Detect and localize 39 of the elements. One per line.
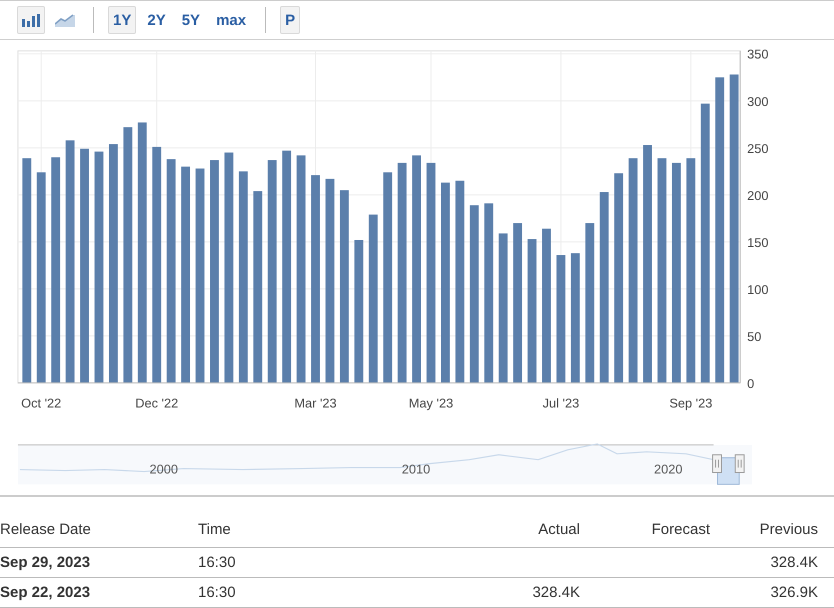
navigator-year-label: 2000: [150, 461, 178, 476]
range-handle[interactable]: [734, 454, 745, 473]
actual-cell-text: 328.4K: [531, 584, 580, 601]
navigator-year-label: 2010: [402, 461, 430, 476]
axis-tick-label: Jul '23: [542, 396, 580, 411]
axis-tick-label: Mar '23: [294, 396, 337, 411]
navigator-year-label: 2020: [654, 461, 682, 476]
date-cell-text: Sep 22, 2023: [0, 584, 92, 601]
range-button[interactable]: 5Y: [176, 6, 206, 34]
axis-tick-label: 250: [747, 141, 768, 156]
bar-chart-button[interactable]: [17, 6, 45, 34]
time-cell-text: 16:30: [198, 554, 237, 571]
column-header: Time: [198, 520, 232, 538]
axis-tick-label: 0: [747, 376, 754, 392]
time-cell-text: 16:30: [198, 584, 237, 601]
axis-tick-label: 200: [747, 188, 768, 204]
previous-cell-text: 328.4K: [769, 554, 818, 571]
range-button[interactable]: 1Y: [108, 6, 136, 34]
range-button[interactable]: max: [211, 6, 252, 34]
axis-tick-label: 300: [747, 94, 768, 110]
column-header: Actual: [537, 520, 580, 538]
range-button[interactable]: 2Y: [142, 6, 171, 34]
p-button[interactable]: P: [280, 6, 300, 34]
axis-tick-label: Oct '22: [21, 396, 62, 411]
previous-cell-text: 326.9K: [769, 584, 818, 601]
bar-chart-icon: [22, 13, 40, 28]
axis-tick-label: Sep '23: [669, 396, 712, 411]
column-header: Forecast: [650, 520, 710, 538]
axis-tick-label: Dec '22: [135, 396, 178, 411]
axis-tick-label: 100: [747, 282, 768, 298]
column-header: Release Date: [0, 520, 92, 538]
line-chart-icon: [55, 13, 75, 28]
axis-tick-label: 350: [747, 47, 768, 62]
axis-tick-label: 150: [747, 235, 768, 250]
date-cell-text: Sep 29, 2023: [0, 554, 92, 571]
column-header: Previous: [758, 520, 818, 538]
range-handle[interactable]: [712, 454, 722, 473]
axis-tick-label: May '23: [408, 396, 454, 411]
axis-tick-label: 50: [747, 329, 762, 344]
